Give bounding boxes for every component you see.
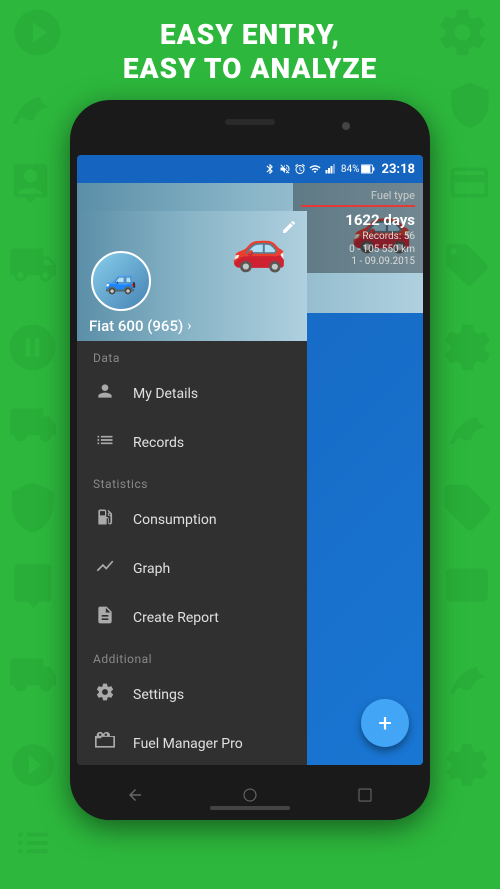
fuel-icon <box>93 507 117 532</box>
drawer-car-name: Fiat 600 (965) <box>89 317 183 335</box>
records-info: Records: 56 <box>301 231 415 242</box>
fuel-manager-icon <box>93 731 117 756</box>
phone-speaker <box>225 119 275 125</box>
drawer-header: 🚗 🚙 Fiat 600 (965) › <box>77 211 307 341</box>
settings-icon <box>93 682 117 707</box>
wifi-icon <box>309 163 321 175</box>
list-icon <box>93 430 117 455</box>
fuel-manager-pro-label: Fuel Manager Pro <box>133 736 243 752</box>
signal-icon <box>324 163 338 175</box>
settings-label: Settings <box>133 687 184 703</box>
graph-label: Graph <box>133 561 170 577</box>
bluetooth-icon <box>264 163 276 175</box>
app-tagline: EASY ENTRY, EASY TO ANALYZE <box>0 18 500 85</box>
battery-percent: 84% <box>341 164 360 175</box>
report-icon <box>93 605 117 630</box>
date-range: 1 - 09.09.2015 <box>301 256 415 267</box>
phone-nav-bar <box>77 770 423 820</box>
battery-indicator: 84% <box>341 164 375 175</box>
tagline-line2: EASY TO ANALYZE <box>0 52 500 86</box>
records-count: 56 <box>404 231 415 242</box>
menu-item-consumption[interactable]: Consumption <box>77 495 307 544</box>
menu-item-settings[interactable]: Settings <box>77 670 307 719</box>
my-details-label: My Details <box>133 386 198 402</box>
fuel-type-label: Fuel type <box>301 189 415 207</box>
car-avatar: 🚙 <box>91 251 151 311</box>
recents-button[interactable] <box>353 783 377 807</box>
alarm-icon <box>294 163 306 175</box>
section-statistics-label: Statistics <box>77 467 307 495</box>
menu-item-create-report[interactable]: Create Report <box>77 593 307 642</box>
fab-add-button[interactable]: + <box>361 699 409 747</box>
edit-icon[interactable] <box>281 219 297 239</box>
home-button[interactable] <box>238 783 262 807</box>
records-label: Records: <box>362 231 401 242</box>
phone-camera <box>342 122 350 130</box>
clock: 23:18 <box>382 162 416 177</box>
drawer-menu: Data My Details Records <box>77 341 307 765</box>
records-label: Records <box>133 435 184 451</box>
fab-plus-icon: + <box>378 709 392 737</box>
tagline-line1: EASY ENTRY, <box>0 18 500 52</box>
menu-item-fuel-manager-pro[interactable]: Fuel Manager Pro <box>77 719 307 765</box>
section-additional-label: Additional <box>77 642 307 670</box>
menu-item-graph[interactable]: Graph <box>77 544 307 593</box>
phone-home-bar <box>210 806 290 810</box>
status-icons: 84% 23:18 <box>264 162 415 177</box>
stats-panel: Fuel type 1622 days Records: 56 0 - 105 … <box>293 183 423 273</box>
menu-item-records[interactable]: Records <box>77 418 307 467</box>
days-count: 1622 days <box>301 211 415 229</box>
car-chevron-icon: › <box>187 318 191 334</box>
navigation-drawer: 🚗 🚙 Fiat 600 (965) › Data <box>77 211 307 765</box>
drawer-car-emoji: 🚗 <box>231 221 287 274</box>
phone-screen: 84% 23:18 🚗 Fuel type 1622 days Records: <box>77 155 423 765</box>
create-report-label: Create Report <box>133 610 219 626</box>
status-bar: 84% 23:18 <box>77 155 423 183</box>
section-data-label: Data <box>77 341 307 369</box>
menu-item-my-details[interactable]: My Details <box>77 369 307 418</box>
back-button[interactable] <box>123 783 147 807</box>
person-icon <box>93 381 117 406</box>
mute-icon <box>279 163 291 175</box>
drawer-car-name-row[interactable]: Fiat 600 (965) › <box>89 317 191 335</box>
km-range: 0 - 105 550 km <box>301 244 415 255</box>
consumption-label: Consumption <box>133 512 217 528</box>
phone-frame: 84% 23:18 🚗 Fuel type 1622 days Records: <box>70 100 430 820</box>
battery-icon <box>361 164 375 174</box>
graph-icon <box>93 556 117 581</box>
